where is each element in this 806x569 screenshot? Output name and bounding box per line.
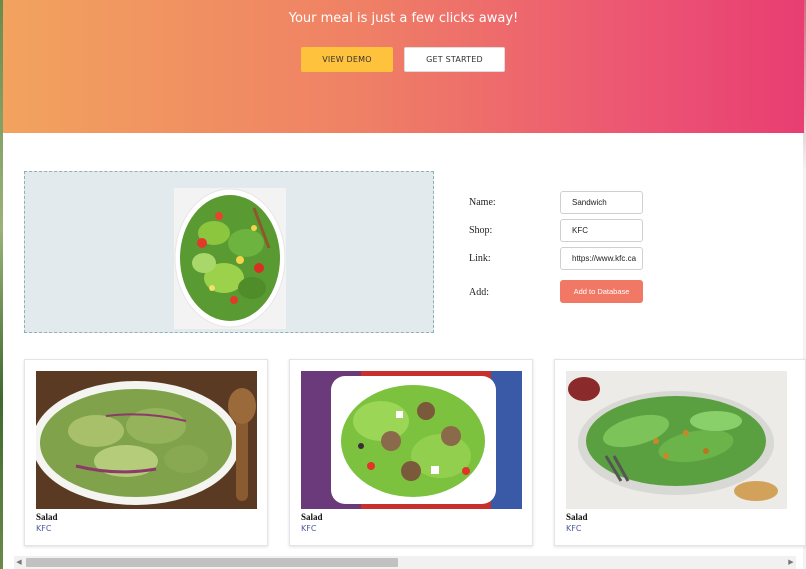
image-dropzone[interactable] xyxy=(24,171,434,333)
card-title: Salad xyxy=(301,512,323,522)
add-label: Add: xyxy=(469,287,489,298)
shop-input[interactable] xyxy=(560,219,643,242)
shop-label: Shop: xyxy=(469,225,493,236)
link-input[interactable] xyxy=(560,247,643,270)
scrollbar-thumb[interactable] xyxy=(26,558,398,567)
food-card[interactable]: Salad KFC xyxy=(289,359,533,546)
get-started-button[interactable]: GET STARTED xyxy=(404,47,505,72)
meatball-salad-image xyxy=(301,371,522,509)
salad-preview-image xyxy=(174,188,286,329)
card-shop: KFC xyxy=(301,524,317,533)
card-shop: KFC xyxy=(36,524,52,533)
food-card[interactable]: Salad KFC xyxy=(554,359,806,546)
card-shop: KFC xyxy=(566,524,582,533)
card-title: Salad xyxy=(36,512,58,522)
card-title: Salad xyxy=(566,512,588,522)
romaine-salad-image xyxy=(566,371,787,509)
food-card[interactable]: Salad KFC xyxy=(24,359,268,546)
hero-title: Your meal is just a few clicks away! xyxy=(288,11,519,26)
name-input[interactable] xyxy=(560,191,643,214)
cucumber-salad-image xyxy=(36,371,257,509)
horizontal-scrollbar[interactable]: ◀ ▶ xyxy=(14,556,796,569)
add-to-database-button[interactable]: Add to Database xyxy=(560,280,643,303)
name-label: Name: xyxy=(469,197,496,208)
hero-banner: Your meal is just a few clicks away! VIE… xyxy=(3,0,804,133)
view-demo-button[interactable]: VIEW DEMO xyxy=(301,47,393,72)
scroll-left-arrow-icon[interactable]: ◀ xyxy=(14,558,24,567)
scroll-right-arrow-icon[interactable]: ▶ xyxy=(786,558,796,567)
link-label: Link: xyxy=(469,253,491,264)
